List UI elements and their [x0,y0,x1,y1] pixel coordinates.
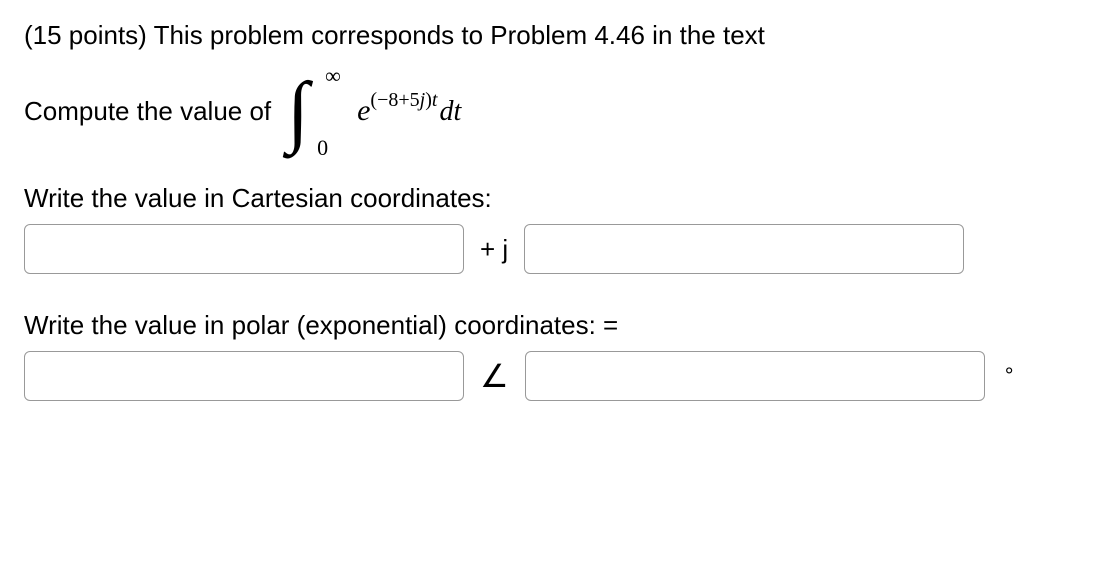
integrand-exponent: (−8+5j)t [370,89,437,111]
cartesian-answer-row: + j [24,224,1091,274]
cartesian-label: Write the value in Cartesian coordinates… [24,183,1091,214]
compute-prefix: Compute the value of [24,96,271,127]
polar-label: Write the value in polar (exponential) c… [24,310,1091,341]
polar-answer-row: ∠ ° [24,351,1091,401]
angle-separator: ∠ [480,357,509,395]
integral-lower-limit: 0 [317,139,328,157]
problem-intro: (15 points) This problem corresponds to … [24,20,1091,51]
degree-symbol: ° [1005,363,1014,389]
compute-row: Compute the value of ∫ ∞ 0 e(−8+5j)tdt [24,79,1091,143]
integrand-base: e [357,94,370,127]
integrand: e(−8+5j)tdt [357,94,461,128]
cartesian-separator: + j [480,234,508,265]
integral-upper-limit: ∞ [325,67,341,85]
integral-sign: ∫ ∞ 0 [287,79,309,143]
integrand-dt: dt [439,96,461,127]
polar-angle-input[interactable] [525,351,985,401]
integral-expression: ∫ ∞ 0 e(−8+5j)tdt [287,79,461,143]
cartesian-real-input[interactable] [24,224,464,274]
integral-symbol: ∫ [287,67,309,155]
cartesian-imag-input[interactable] [524,224,964,274]
polar-magnitude-input[interactable] [24,351,464,401]
